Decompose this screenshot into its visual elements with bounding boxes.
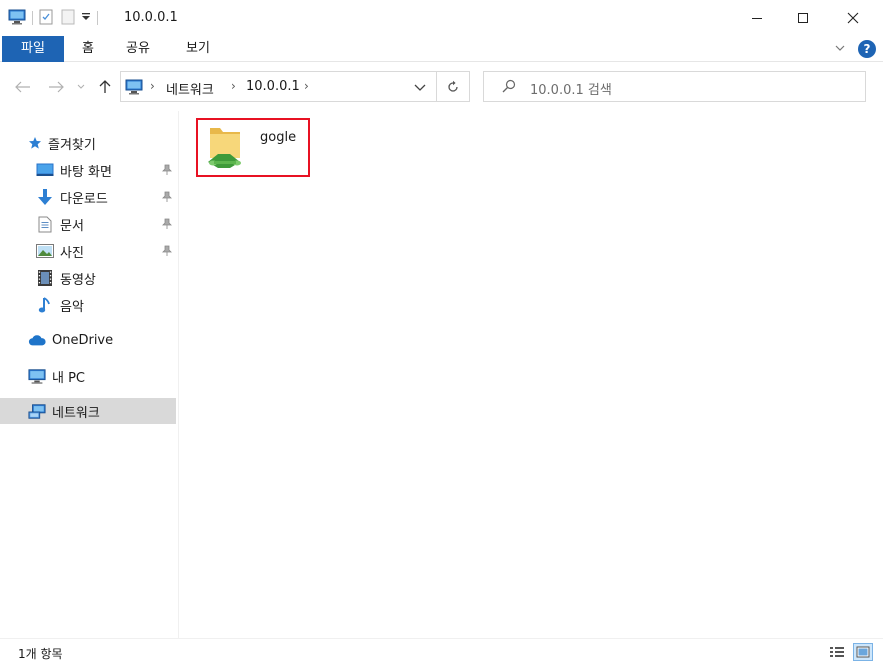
list-item[interactable]: gogle (196, 118, 310, 177)
computer-icon (8, 9, 26, 28)
chevron-down-icon (835, 45, 845, 51)
sidebar-item-this-pc[interactable]: 내 PC (0, 363, 176, 389)
search-box[interactable]: 10.0.0.1 검색 (483, 71, 866, 102)
status-bar: 1개 항목 (0, 638, 883, 665)
divider (97, 11, 98, 25)
search-placeholder: 10.0.0.1 검색 (530, 83, 612, 98)
ribbon-tabs: 파일 홈 공유 보기 ? (0, 36, 883, 62)
minimize-button[interactable] (734, 0, 780, 36)
music-icon (36, 296, 54, 314)
pin-icon (162, 218, 172, 229)
sidebar-item-videos[interactable]: 동영상 (0, 265, 176, 291)
tab-share[interactable]: 공유 (116, 36, 160, 62)
star-icon (28, 134, 42, 152)
sidebar-item-label: OneDrive (52, 332, 114, 348)
shared-folder-icon (204, 124, 246, 171)
sidebar-item-label: 다운로드 (60, 191, 108, 207)
sidebar-item-pictures[interactable]: 사진 (0, 238, 176, 264)
recent-locations-button[interactable] (74, 77, 88, 97)
sidebar-item-label: 사진 (60, 245, 84, 261)
arrow-left-icon (15, 81, 30, 93)
large-icons-view-icon (856, 646, 870, 658)
pin-icon (162, 191, 172, 202)
navigation-pane: 즐겨찾기 바탕 화면 다운로드 문서 사진 동영상 음악 OneDrive 내 … (0, 111, 179, 638)
maximize-icon (798, 13, 808, 23)
computer-icon (125, 79, 143, 98)
back-button[interactable] (12, 77, 34, 97)
sidebar-item-label: 문서 (60, 218, 84, 234)
refresh-button[interactable] (436, 71, 470, 102)
video-icon (36, 269, 54, 287)
sidebar-item-label: 바탕 화면 (60, 164, 112, 180)
divider (32, 11, 33, 25)
forward-button[interactable] (45, 77, 67, 97)
computer-icon (28, 367, 46, 385)
breadcrumb-separator-icon[interactable]: › (231, 79, 236, 93)
close-button[interactable] (830, 0, 876, 36)
network-icon (28, 402, 46, 420)
properties-icon[interactable] (39, 9, 53, 28)
breadcrumb-separator-icon[interactable]: › (304, 79, 309, 93)
tab-file[interactable]: 파일 (2, 36, 64, 62)
sidebar-item-label: 네트워크 (52, 405, 100, 421)
sidebar-item-quick-access[interactable]: 즐겨찾기 (0, 130, 176, 156)
sidebar-item-music[interactable]: 음악 (0, 292, 176, 318)
arrow-right-icon (49, 81, 64, 93)
sidebar-item-desktop[interactable]: 바탕 화면 (0, 157, 176, 183)
pictures-icon (36, 242, 54, 260)
item-count: 1개 항목 (18, 647, 63, 661)
quick-access-toolbar (8, 8, 104, 28)
breadcrumb-separator-icon[interactable]: › (150, 79, 155, 93)
pin-icon (162, 164, 172, 175)
sidebar-item-network[interactable]: 네트워크 (0, 398, 176, 424)
maximize-button[interactable] (780, 0, 826, 36)
address-bar[interactable]: › 네트워크 › 10.0.0.1 › (120, 71, 470, 102)
cloud-icon (28, 331, 46, 349)
sidebar-item-onedrive[interactable]: OneDrive (0, 327, 176, 353)
minimize-icon (752, 18, 762, 19)
customize-dropdown-icon[interactable] (81, 11, 91, 25)
new-folder-icon[interactable] (61, 9, 75, 28)
chevron-down-icon (414, 84, 426, 91)
pin-icon (162, 245, 172, 256)
breadcrumb-host[interactable]: 10.0.0.1 (246, 79, 300, 94)
tab-home[interactable]: 홈 (70, 36, 106, 62)
details-view-icon (830, 647, 844, 657)
sidebar-item-documents[interactable]: 문서 (0, 211, 176, 237)
download-icon (36, 188, 54, 206)
tab-view[interactable]: 보기 (176, 36, 220, 62)
arrow-up-icon (99, 80, 111, 93)
details-view-button[interactable] (829, 645, 845, 662)
chevron-down-icon (77, 84, 85, 89)
close-icon (847, 12, 859, 24)
sidebar-item-label: 내 PC (52, 370, 86, 386)
title-bar: 10.0.0.1 (0, 0, 883, 36)
sidebar-item-label: 음악 (60, 299, 84, 315)
navigation-bar: › 네트워크 › 10.0.0.1 › 10.0.0.1 검색 (0, 63, 883, 111)
refresh-icon (448, 80, 458, 92)
desktop-icon (36, 161, 54, 179)
sidebar-item-label: 동영상 (60, 272, 96, 288)
breadcrumb-network[interactable]: 네트워크 (166, 79, 214, 98)
sidebar-item-downloads[interactable]: 다운로드 (0, 184, 176, 210)
help-button[interactable]: ? (858, 40, 876, 58)
expand-ribbon-button[interactable] (834, 42, 846, 57)
address-history-button[interactable] (414, 82, 426, 96)
large-icons-view-button[interactable] (853, 643, 873, 661)
sidebar-item-label: 즐겨찾기 (48, 137, 96, 153)
file-list: gogle (180, 111, 883, 638)
file-name: gogle (260, 130, 297, 145)
document-icon (36, 215, 54, 233)
help-icon: ? (863, 42, 871, 56)
search-icon (502, 79, 516, 96)
up-button[interactable] (94, 77, 116, 97)
window-title: 10.0.0.1 (124, 10, 178, 25)
